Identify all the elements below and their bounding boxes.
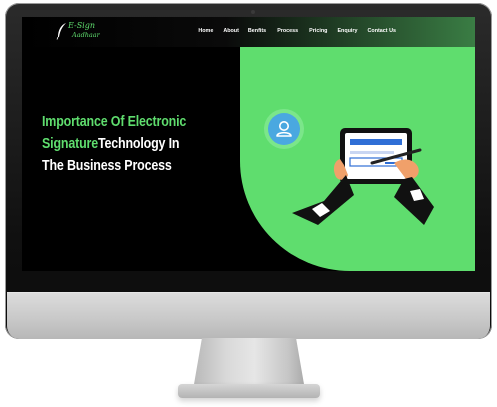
monitor-stand-base — [178, 384, 320, 398]
nav-enquiry[interactable]: Enquiry — [337, 28, 357, 34]
nav-menu: Home About Benfits Process Pricing Enqui… — [198, 28, 396, 34]
nav-benefits[interactable]: Benfits — [248, 28, 266, 34]
nav-home[interactable]: Home — [198, 28, 213, 34]
nav-process[interactable]: Process — [277, 28, 298, 34]
website-screen: E-Sign Aadhaar Home About Benfits Proces… — [22, 17, 475, 271]
tablet-signature-illustration — [292, 128, 434, 225]
hero-headline: Importance Of Electronic SignatureTechno… — [42, 111, 214, 177]
camera-dot — [251, 10, 255, 14]
top-navbar: E-Sign Aadhaar Home About Benfits Proces… — [22, 17, 475, 47]
nav-pricing[interactable]: Pricing — [309, 28, 327, 34]
monitor-chin — [7, 292, 490, 339]
nav-about[interactable]: About — [223, 28, 239, 34]
headline-line-1: Importance Of Electronic — [42, 114, 187, 130]
logo-text-aadhaar: Aadhaar — [72, 31, 100, 39]
headline-line-3: The Business Process — [42, 158, 172, 174]
headline-line-2: SignatureTechnology In — [42, 136, 180, 152]
site-logo[interactable]: E-Sign Aadhaar — [56, 21, 116, 43]
feather-pen-icon — [56, 23, 66, 40]
monitor-stand-neck — [193, 338, 305, 390]
nav-contact-us[interactable]: Contact Us — [368, 28, 396, 34]
logo-text-esign: E-Sign — [68, 21, 96, 30]
monitor-frame: E-Sign Aadhaar Home About Benfits Proces… — [0, 0, 497, 407]
